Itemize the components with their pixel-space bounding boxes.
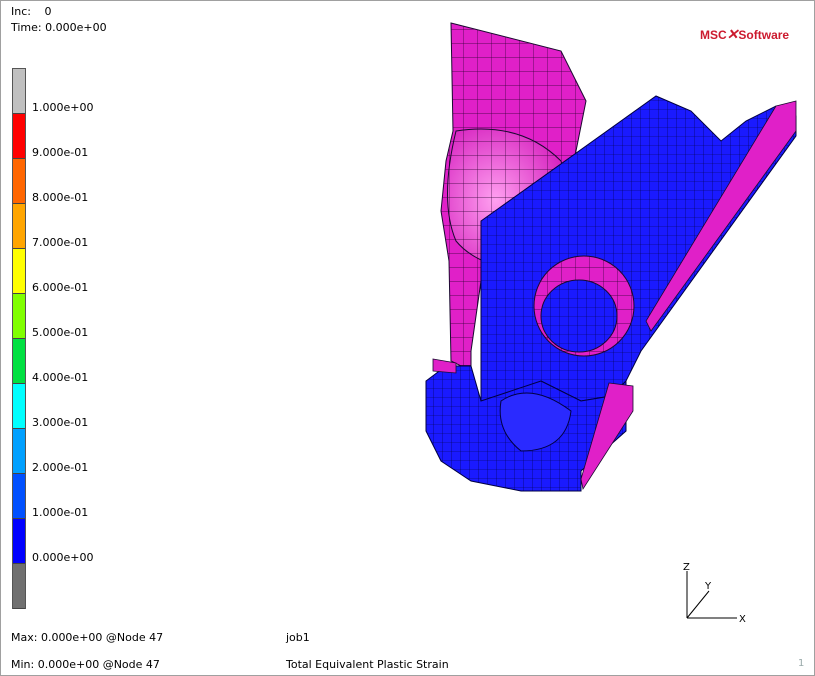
min-readout: Min: 0.000e+00 @Node 47 <box>11 658 160 671</box>
graphics-viewport[interactable]: Inc: 0 Time: 0.000e+00 MSC✕Software 1.00… <box>0 0 815 676</box>
result-name: Total Equivalent Plastic Strain <box>286 658 449 671</box>
max-readout: Max: 0.000e+00 @Node 47 <box>11 631 164 644</box>
magenta-ring-part <box>533 255 635 357</box>
axis-triad: Z X Y <box>683 562 746 625</box>
axis-x-label: X <box>739 614 746 625</box>
page-number: 1 <box>798 658 805 669</box>
job-name: job1 <box>286 631 310 644</box>
axis-y-label: Y <box>704 581 712 592</box>
axis-z-label: Z <box>683 562 690 573</box>
